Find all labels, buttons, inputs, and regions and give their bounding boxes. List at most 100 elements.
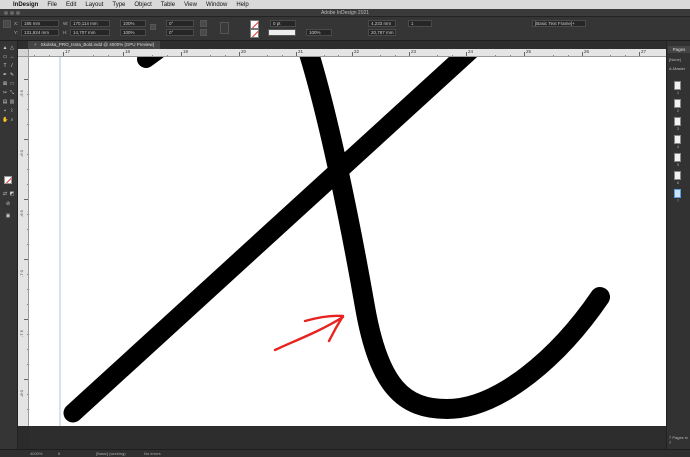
control-panel: X: 185 mm Y: 131,924 mm W: 170,114 mm H:… — [0, 17, 690, 41]
screen-mode-icon[interactable]: ▣ — [5, 213, 11, 219]
object-style-dropdown[interactable]: [Basic Text Frame]+ — [532, 20, 586, 27]
selection-tool-icon[interactable]: ▲ — [2, 45, 8, 51]
default-fill-stroke-icon[interactable]: ◩ — [9, 191, 15, 197]
gap-tool-icon[interactable]: ↔ — [9, 54, 15, 60]
document-tab[interactable]: × Skolska_PRO_Isnta_Bold.indd @ 4000% [GP… — [28, 41, 161, 49]
fill-none-icon[interactable] — [4, 176, 12, 184]
h-ruler-label: 17 — [65, 49, 71, 54]
direct-selection-tool-icon[interactable]: △ — [9, 45, 15, 51]
shear-angle-field[interactable]: 0° — [166, 29, 194, 36]
glyph-diagonal-stroke — [63, 57, 478, 423]
window-title-bar: Adobe InDesign 2021 — [0, 9, 690, 17]
v-ruler-label: -5 5 — [19, 90, 24, 97]
glyph-curved-stroke — [299, 57, 610, 420]
fill-stroke-swatches[interactable] — [4, 176, 14, 186]
scale-x-field[interactable]: 100% — [120, 20, 146, 27]
none-master-item[interactable]: [None] — [669, 57, 681, 62]
fill-swatch-icon[interactable] — [250, 20, 259, 29]
menu-type[interactable]: Type — [112, 2, 125, 8]
menu-help[interactable]: Help — [236, 2, 248, 8]
gradient-tool-icon[interactable]: ▤ — [2, 99, 8, 105]
pages-count: 7 Pages in 7 — [669, 435, 688, 445]
page-thumbnail[interactable] — [674, 171, 681, 180]
reference-height-field[interactable]: 20,787 mm — [368, 29, 396, 36]
close-tab-icon[interactable]: × — [34, 42, 37, 47]
rotate-cw-icon[interactable] — [200, 20, 207, 27]
menu-app-indesign[interactable]: InDesign — [13, 2, 38, 8]
zoom-level[interactable]: 4000% — [30, 451, 42, 456]
page-number: 2 — [677, 109, 679, 113]
glyph-stroke-top-fragment — [137, 57, 164, 68]
page-thumbnail[interactable] — [674, 135, 681, 144]
h-ruler-label: 23 — [411, 49, 417, 54]
menu-layout[interactable]: Layout — [85, 2, 103, 8]
current-page[interactable]: 6 — [58, 451, 60, 456]
zoom-tool-icon[interactable]: ⌕ — [9, 117, 15, 123]
eyedropper-tool-icon[interactable]: ⌇ — [9, 108, 15, 114]
pencil-tool-icon[interactable]: ✎ — [9, 72, 15, 78]
gradient-feather-tool-icon[interactable]: ▥ — [9, 99, 15, 105]
scissors-tool-icon[interactable]: ✂ — [2, 90, 8, 96]
width-field[interactable]: 170,114 mm — [70, 20, 110, 27]
page-thumbnail[interactable] — [674, 117, 681, 126]
vertical-ruler[interactable]: -5 5 -6 0 -6 5 -7 0 -7 5 -8 0 — [18, 57, 29, 426]
page-thumbnail[interactable] — [674, 81, 681, 90]
menu-window[interactable]: Window — [206, 2, 227, 8]
document-canvas[interactable] — [29, 57, 666, 426]
page-number: 7 — [677, 199, 679, 203]
height-field[interactable]: 14,707 mm — [70, 29, 110, 36]
free-transform-tool-icon[interactable]: ⤡ — [9, 90, 15, 96]
scale-y-field[interactable]: 100% — [120, 29, 146, 36]
y-position-field[interactable]: 131,924 mm — [21, 29, 59, 36]
page-number: 6 — [677, 181, 679, 185]
horizontal-ruler[interactable]: 17 18 19 20 21 22 23 24 25 26 27 — [29, 49, 666, 57]
apply-none-icon[interactable]: ⊘ — [5, 201, 11, 207]
reference-point-icon[interactable] — [3, 20, 11, 28]
page-thumbnail[interactable] — [674, 153, 681, 162]
page-number: 3 — [677, 127, 679, 131]
v-ruler-label: -7 5 — [19, 330, 24, 337]
constrain-proportions-icon[interactable] — [150, 24, 156, 30]
opacity-field[interactable]: 100% — [306, 29, 332, 36]
pages-panel-tab[interactable]: Pages — [668, 46, 690, 53]
v-ruler-label: -6 0 — [19, 150, 24, 157]
menu-edit[interactable]: Edit — [66, 2, 76, 8]
rotation-angle-field[interactable]: 0° — [166, 20, 194, 27]
pen-tool-icon[interactable]: ✒ — [2, 72, 8, 78]
stroke-swatch-icon[interactable] — [250, 29, 259, 38]
h-ruler-label: 25 — [526, 49, 532, 54]
horizontal-scroll-area[interactable] — [29, 426, 666, 449]
v-ruler-label: -6 5 — [19, 210, 24, 217]
menu-object[interactable]: Object — [134, 2, 151, 8]
page-thumbnail[interactable] — [674, 99, 681, 108]
hand-tool-icon[interactable]: ✋ — [2, 117, 8, 123]
note-tool-icon[interactable]: ▪ — [2, 108, 8, 114]
preflight-profile[interactable]: [Basic] (working) — [96, 451, 126, 456]
flip-horizontal-icon[interactable] — [200, 29, 207, 36]
x-position-field[interactable]: 185 mm — [21, 20, 59, 27]
document-tab-label: Skolska_PRO_Isnta_Bold.indd @ 4000% [GPU… — [40, 42, 155, 47]
page-thumbnail-selected[interactable] — [674, 189, 681, 198]
rectangle-frame-tool-icon[interactable]: ⊠ — [2, 81, 8, 87]
v-ruler-label: -8 0 — [19, 390, 24, 397]
line-tool-icon[interactable]: / — [9, 63, 15, 69]
columns-field[interactable]: 1 — [408, 20, 432, 27]
swap-fill-stroke-icon[interactable]: ⇄ — [2, 191, 8, 197]
a-master-item[interactable]: A-Master — [669, 66, 685, 71]
stroke-type-dropdown[interactable] — [268, 29, 296, 36]
page-tool-icon[interactable]: ▭ — [2, 54, 8, 60]
window-title: Adobe InDesign 2021 — [320, 10, 370, 16]
menu-file[interactable]: File — [47, 2, 57, 8]
h-ruler-label: 22 — [354, 49, 360, 54]
type-tool-icon[interactable]: T — [2, 63, 8, 69]
stroke-weight-field[interactable]: 0 pt — [270, 20, 296, 27]
glyph-artwork — [59, 57, 610, 426]
ruler-origin[interactable] — [18, 49, 29, 57]
menu-view[interactable]: View — [184, 2, 197, 8]
h-ruler-label: 18 — [125, 49, 131, 54]
v-ruler-label: -7 0 — [19, 270, 24, 277]
menu-table[interactable]: Table — [161, 2, 175, 8]
flip-preview-icon[interactable] — [220, 22, 229, 34]
reference-width-field[interactable]: 4,233 mm — [368, 20, 396, 27]
rectangle-tool-icon[interactable]: □ — [9, 81, 15, 87]
